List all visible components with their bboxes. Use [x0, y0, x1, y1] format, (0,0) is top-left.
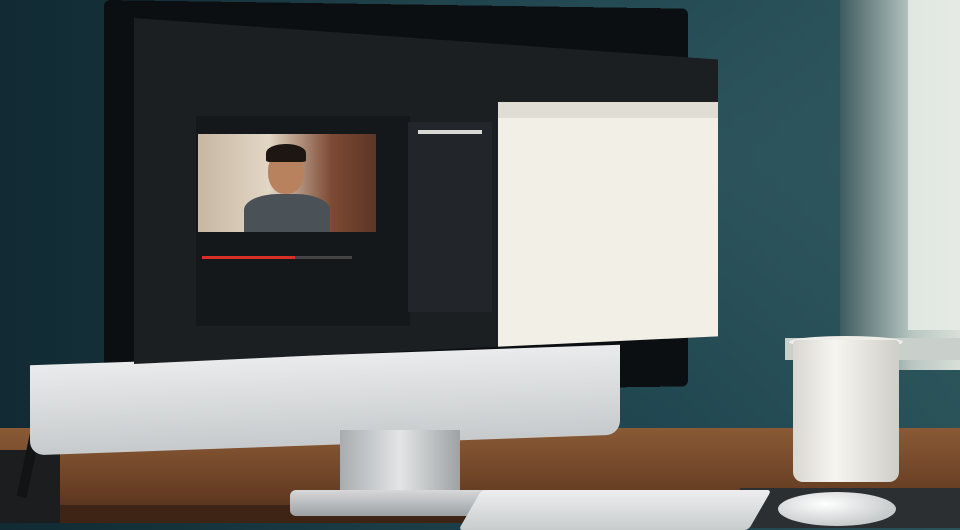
- tree-button: [418, 130, 482, 134]
- video-progress-bar: [202, 256, 352, 259]
- video-panel: [196, 116, 410, 326]
- monitor-screen: [134, 18, 718, 364]
- video-progress-fill: [202, 256, 295, 259]
- document-title: [498, 118, 718, 126]
- mouse: [778, 492, 896, 526]
- video-frame: [198, 134, 376, 232]
- left-nav: [140, 70, 184, 190]
- document-toolbar: [498, 102, 718, 118]
- document-pane: [498, 102, 718, 364]
- mug: [793, 340, 899, 482]
- person-shirt: [244, 194, 330, 232]
- window-frame: [908, 0, 960, 330]
- person-hair: [266, 144, 306, 162]
- file-tree-panel: [408, 122, 492, 312]
- keyboard: [458, 490, 772, 530]
